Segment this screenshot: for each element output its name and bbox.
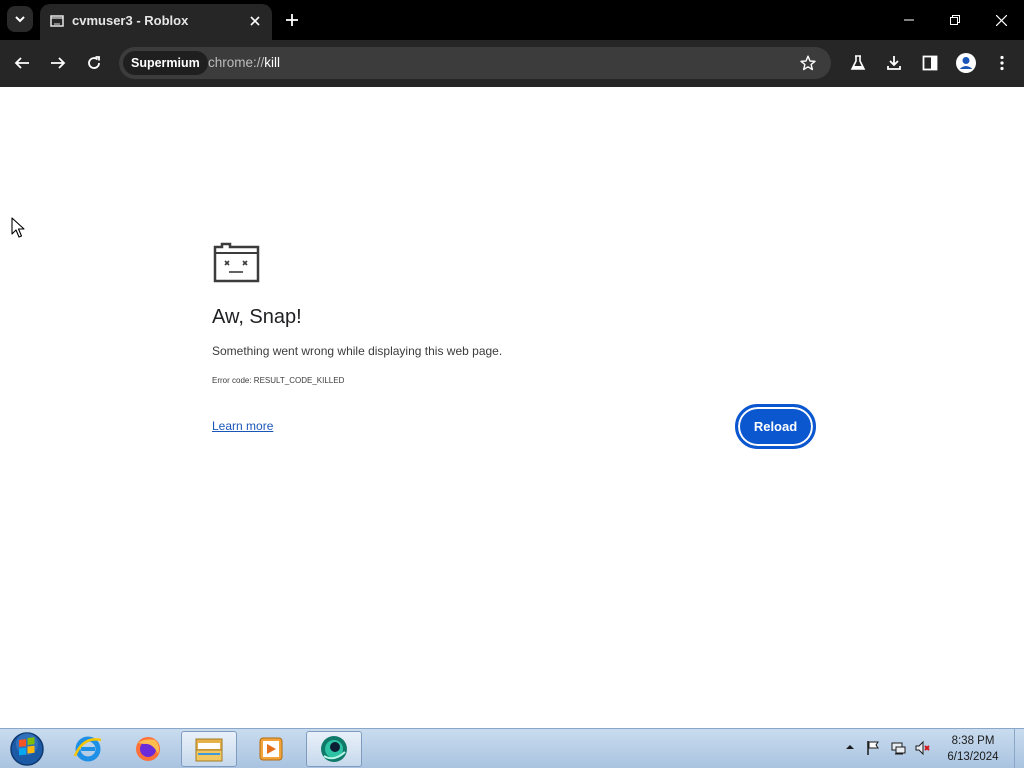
tab-search-button[interactable] — [7, 6, 33, 32]
site-info-chip[interactable]: Supermium — [123, 51, 208, 75]
download-icon — [887, 56, 901, 70]
arrow-left-icon — [14, 57, 29, 69]
start-button[interactable] — [8, 731, 46, 767]
more-vertical-icon — [1000, 55, 1004, 71]
taskbar: 8:38 PM 6/13/2024 — [0, 728, 1024, 768]
error-heading: Aw, Snap! — [212, 306, 302, 328]
firefox-icon — [136, 737, 160, 761]
error-message: Something went wrong while displaying th… — [212, 344, 503, 358]
refresh-button[interactable] — [81, 50, 107, 76]
clock-time: 8:38 PM — [951, 735, 995, 747]
refresh-icon — [88, 56, 100, 69]
learn-more-link[interactable]: Learn more — [212, 419, 273, 433]
star-icon — [800, 55, 816, 71]
experiments-button[interactable] — [845, 50, 871, 76]
menu-button[interactable] — [989, 50, 1015, 76]
tray-overflow-icon[interactable] — [845, 742, 855, 752]
tab-close-button[interactable] — [246, 12, 264, 30]
internet-explorer-icon — [73, 736, 102, 762]
back-button[interactable] — [9, 50, 35, 76]
taskbar-file-explorer[interactable] — [181, 731, 237, 767]
taskbar-media-player[interactable] — [243, 731, 299, 767]
minimize-icon — [904, 19, 914, 21]
mouse-cursor-icon — [11, 217, 25, 238]
sad-folder-icon — [213, 242, 260, 283]
taskbar-internet-explorer[interactable] — [60, 731, 116, 767]
tab-title: cvmuser3 - Roblox — [72, 13, 189, 28]
bookmark-button[interactable] — [796, 51, 820, 75]
close-icon — [995, 14, 1007, 26]
network-icon[interactable] — [890, 740, 906, 756]
close-icon — [250, 16, 260, 26]
media-player-icon — [259, 737, 283, 761]
address-bar[interactable]: Supermium chrome://kill — [119, 47, 831, 79]
side-panel-button[interactable] — [917, 50, 943, 76]
profile-button[interactable] — [953, 50, 979, 76]
browser-toolbar: Supermium chrome://kill — [0, 40, 1024, 87]
forward-button[interactable] — [45, 50, 71, 76]
close-window-button[interactable] — [986, 6, 1016, 34]
minimize-button[interactable] — [894, 6, 924, 34]
downloads-button[interactable] — [881, 50, 907, 76]
url-scheme: chrome:// — [208, 55, 265, 70]
folder-icon — [195, 738, 223, 762]
volume-muted-icon[interactable] — [915, 740, 931, 756]
site-chip-label: Supermium — [131, 56, 200, 70]
arrow-right-icon — [51, 57, 66, 69]
title-bar: cvmuser3 - Roblox — [0, 0, 1024, 40]
plus-icon — [286, 14, 298, 26]
supermium-icon — [321, 736, 347, 762]
taskbar-firefox[interactable] — [120, 731, 176, 767]
action-center-flag-icon[interactable] — [865, 740, 881, 756]
account-icon — [956, 53, 976, 73]
new-tab-button[interactable] — [281, 9, 303, 31]
flask-icon — [850, 55, 866, 70]
taskbar-supermium-browser[interactable] — [306, 731, 362, 767]
sad-folder-favicon-icon — [50, 15, 64, 27]
url-text[interactable]: chrome://kill — [208, 55, 280, 70]
side-panel-icon — [922, 55, 938, 71]
error-code: Error code: RESULT_CODE_KILLED — [212, 376, 345, 385]
error-page: Aw, Snap! Something went wrong while dis… — [0, 87, 1024, 728]
restore-icon — [950, 15, 960, 25]
clock-date: 6/13/2024 — [947, 751, 999, 763]
chevron-down-icon — [15, 16, 25, 23]
restore-button[interactable] — [940, 6, 970, 34]
reload-button[interactable]: Reload — [735, 404, 816, 449]
show-desktop-button[interactable] — [1014, 729, 1024, 768]
url-host: kill — [264, 55, 281, 70]
tab-active[interactable]: cvmuser3 - Roblox — [40, 4, 272, 40]
system-clock[interactable]: 8:38 PM 6/13/2024 — [936, 733, 1010, 765]
